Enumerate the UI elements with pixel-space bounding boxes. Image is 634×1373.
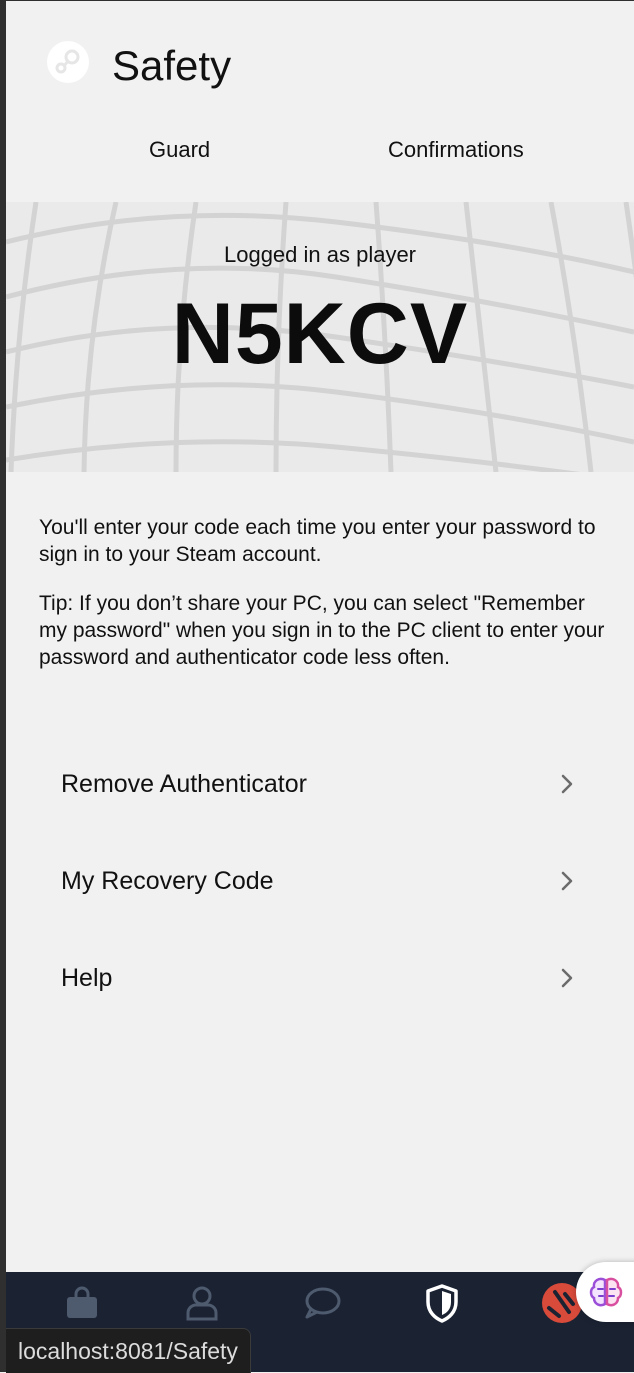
page-title: Safety (112, 42, 232, 89)
remove-authenticator-item[interactable]: Remove Authenticator (6, 736, 634, 832)
profile-icon (186, 1286, 218, 1321)
nav-chat[interactable] (297, 1278, 347, 1328)
menu-item-label: Help (61, 964, 113, 992)
guard-tip: Tip: If you don’t share your PC, you can… (39, 592, 605, 669)
help-item[interactable]: Help (6, 930, 634, 1026)
nav-store[interactable] (57, 1278, 107, 1328)
tab-confirmations[interactable]: Confirmations (388, 128, 524, 172)
url-status-bar: localhost:8081/Safety (6, 1328, 251, 1373)
nav-profile[interactable] (177, 1278, 227, 1328)
brain-icon (589, 1277, 623, 1307)
guard-code: N5KCV (171, 286, 469, 382)
tab-guard[interactable]: Guard (149, 128, 210, 172)
guard-description: You'll enter your code each time you ent… (39, 516, 596, 566)
my-recovery-code-item[interactable]: My Recovery Code (6, 833, 634, 929)
menu-item-label: My Recovery Code (61, 867, 274, 895)
chevron-right-icon (561, 774, 573, 794)
store-bag-icon (67, 1286, 97, 1318)
logged-in-label: Logged in as player (223, 242, 417, 267)
tab-bar: Guard Confirmations (6, 128, 634, 172)
menu-item-label: Remove Authenticator (61, 770, 307, 798)
chevron-right-icon (561, 871, 573, 891)
chevron-right-icon (561, 968, 573, 988)
steam-logo-icon (47, 41, 89, 83)
shield-icon (426, 1284, 458, 1323)
nav-safety[interactable] (417, 1278, 467, 1328)
assistant-button[interactable] (576, 1262, 634, 1322)
app-header: Safety (6, 0, 634, 120)
guard-code-banner: Logged in as player N5KCV (6, 202, 634, 472)
chat-icon (305, 1287, 341, 1319)
